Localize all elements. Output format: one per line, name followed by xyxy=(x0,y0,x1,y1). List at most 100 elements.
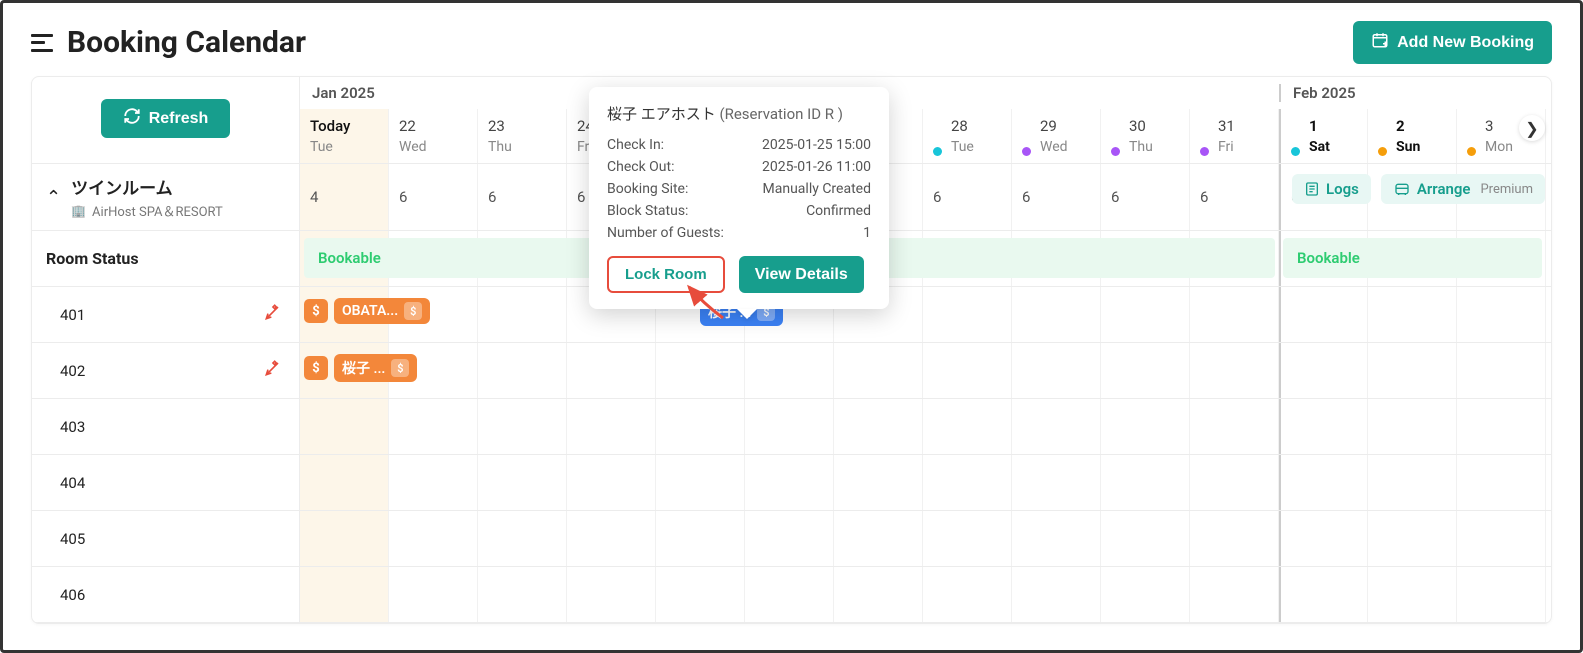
collapse-room-type-icon[interactable]: ⌃ xyxy=(46,187,61,208)
date-col-29[interactable]: 29 Wed xyxy=(1012,109,1101,163)
lock-room-button[interactable]: Lock Room xyxy=(607,256,725,293)
calendar-cell[interactable] xyxy=(834,511,923,566)
calendar-cell[interactable] xyxy=(478,287,567,342)
logs-button[interactable]: Logs xyxy=(1292,174,1371,204)
calendar-cell[interactable] xyxy=(300,567,389,622)
calendar-cell[interactable] xyxy=(834,455,923,510)
booking-pill[interactable]: 桜子 ...$ xyxy=(334,354,417,382)
calendar-cell[interactable] xyxy=(567,343,656,398)
payment-badge-icon[interactable]: $ xyxy=(304,356,328,380)
calendar-cell[interactable] xyxy=(1368,455,1457,510)
calendar-cell[interactable] xyxy=(1279,287,1368,342)
calendar-cell[interactable] xyxy=(1101,287,1190,342)
calendar-cell[interactable] xyxy=(567,567,656,622)
calendar-cell[interactable] xyxy=(389,511,478,566)
refresh-button[interactable]: Refresh xyxy=(101,99,231,138)
calendar-cell[interactable] xyxy=(1457,399,1546,454)
calendar-cell[interactable] xyxy=(1190,343,1279,398)
calendar-cell[interactable] xyxy=(1101,567,1190,622)
calendar-cell[interactable] xyxy=(1101,455,1190,510)
calendar-cell[interactable] xyxy=(1457,511,1546,566)
next-dates-button[interactable]: ❯ xyxy=(1519,115,1545,141)
calendar-cell[interactable] xyxy=(389,567,478,622)
calendar-cell[interactable] xyxy=(1279,511,1368,566)
calendar-cell[interactable] xyxy=(567,455,656,510)
calendar-cell[interactable] xyxy=(389,399,478,454)
date-col-30[interactable]: 30 Thu xyxy=(1101,109,1190,163)
arrange-button[interactable]: ArrangePremium xyxy=(1381,174,1545,204)
date-col-today[interactable]: Today Tue xyxy=(300,109,389,163)
calendar-cell[interactable] xyxy=(1190,567,1279,622)
calendar-cell[interactable] xyxy=(1190,455,1279,510)
calendar-cell[interactable] xyxy=(478,511,567,566)
calendar-cell[interactable] xyxy=(745,511,834,566)
calendar-cell[interactable] xyxy=(1457,287,1546,342)
calendar-cell[interactable] xyxy=(656,567,745,622)
view-details-button[interactable]: View Details xyxy=(739,256,864,293)
calendar-cell[interactable] xyxy=(745,455,834,510)
capacity-value: 6 xyxy=(1022,188,1030,206)
calendar-cell[interactable] xyxy=(1012,567,1101,622)
calendar-cell[interactable] xyxy=(923,567,1012,622)
calendar-cell[interactable] xyxy=(1190,511,1279,566)
calendar-cell[interactable] xyxy=(923,343,1012,398)
calendar-cell[interactable] xyxy=(389,455,478,510)
calendar-cell[interactable] xyxy=(567,399,656,454)
date-col-23[interactable]: 23 Thu xyxy=(478,109,567,163)
calendar-cell[interactable] xyxy=(1012,399,1101,454)
calendar-cell[interactable] xyxy=(1457,567,1546,622)
date-col-1[interactable]: 1 Sat xyxy=(1279,109,1368,163)
booking-pill[interactable]: OBATA...$ xyxy=(334,298,430,324)
calendar-cell[interactable] xyxy=(1457,455,1546,510)
calendar-cell[interactable] xyxy=(1368,567,1457,622)
calendar-cell[interactable] xyxy=(834,343,923,398)
calendar-cell[interactable] xyxy=(834,399,923,454)
calendar-cell[interactable] xyxy=(1012,455,1101,510)
add-new-booking-button[interactable]: Add New Booking xyxy=(1353,21,1552,64)
calendar-cell[interactable] xyxy=(656,343,745,398)
calendar-cell[interactable] xyxy=(1101,343,1190,398)
calendar-cell[interactable] xyxy=(478,399,567,454)
calendar-cell[interactable] xyxy=(1012,511,1101,566)
calendar-cell[interactable] xyxy=(478,567,567,622)
calendar-cell[interactable] xyxy=(923,511,1012,566)
date-col-28[interactable]: 28 Tue xyxy=(923,109,1012,163)
calendar-cell[interactable] xyxy=(1279,343,1368,398)
calendar-cell[interactable] xyxy=(745,343,834,398)
calendar-cell[interactable] xyxy=(1368,287,1457,342)
room-number: 405 xyxy=(60,530,85,548)
calendar-cell[interactable] xyxy=(745,399,834,454)
calendar-cell[interactable] xyxy=(567,511,656,566)
payment-badge-icon[interactable]: $ xyxy=(304,299,328,323)
calendar-cell[interactable] xyxy=(656,511,745,566)
calendar-cell[interactable] xyxy=(745,567,834,622)
calendar-cell[interactable] xyxy=(1368,343,1457,398)
calendar-cell[interactable] xyxy=(656,455,745,510)
calendar-cell[interactable] xyxy=(1368,511,1457,566)
calendar-cell[interactable] xyxy=(1457,343,1546,398)
calendar-cell[interactable] xyxy=(923,399,1012,454)
calendar-cell[interactable] xyxy=(300,511,389,566)
calendar-cell[interactable] xyxy=(1101,399,1190,454)
calendar-cell[interactable] xyxy=(923,287,1012,342)
calendar-cell[interactable] xyxy=(478,455,567,510)
calendar-cell[interactable] xyxy=(1368,399,1457,454)
calendar-cell[interactable] xyxy=(1279,455,1368,510)
date-col-2[interactable]: 2 Sun xyxy=(1368,109,1457,163)
calendar-cell[interactable] xyxy=(923,455,1012,510)
calendar-cell[interactable] xyxy=(1012,287,1101,342)
calendar-cell[interactable] xyxy=(1190,399,1279,454)
calendar-cell[interactable] xyxy=(1190,287,1279,342)
calendar-cell[interactable] xyxy=(1012,343,1101,398)
calendar-cell[interactable] xyxy=(300,399,389,454)
calendar-cell[interactable] xyxy=(1279,567,1368,622)
calendar-cell[interactable] xyxy=(1279,399,1368,454)
calendar-cell[interactable] xyxy=(834,567,923,622)
date-col-31[interactable]: 31 Fri xyxy=(1190,109,1279,163)
date-col-22[interactable]: 22 Wed xyxy=(389,109,478,163)
menu-toggle-icon[interactable] xyxy=(31,34,53,52)
calendar-cell[interactable] xyxy=(478,343,567,398)
calendar-cell[interactable] xyxy=(300,455,389,510)
calendar-cell[interactable] xyxy=(656,399,745,454)
calendar-cell[interactable] xyxy=(1101,511,1190,566)
